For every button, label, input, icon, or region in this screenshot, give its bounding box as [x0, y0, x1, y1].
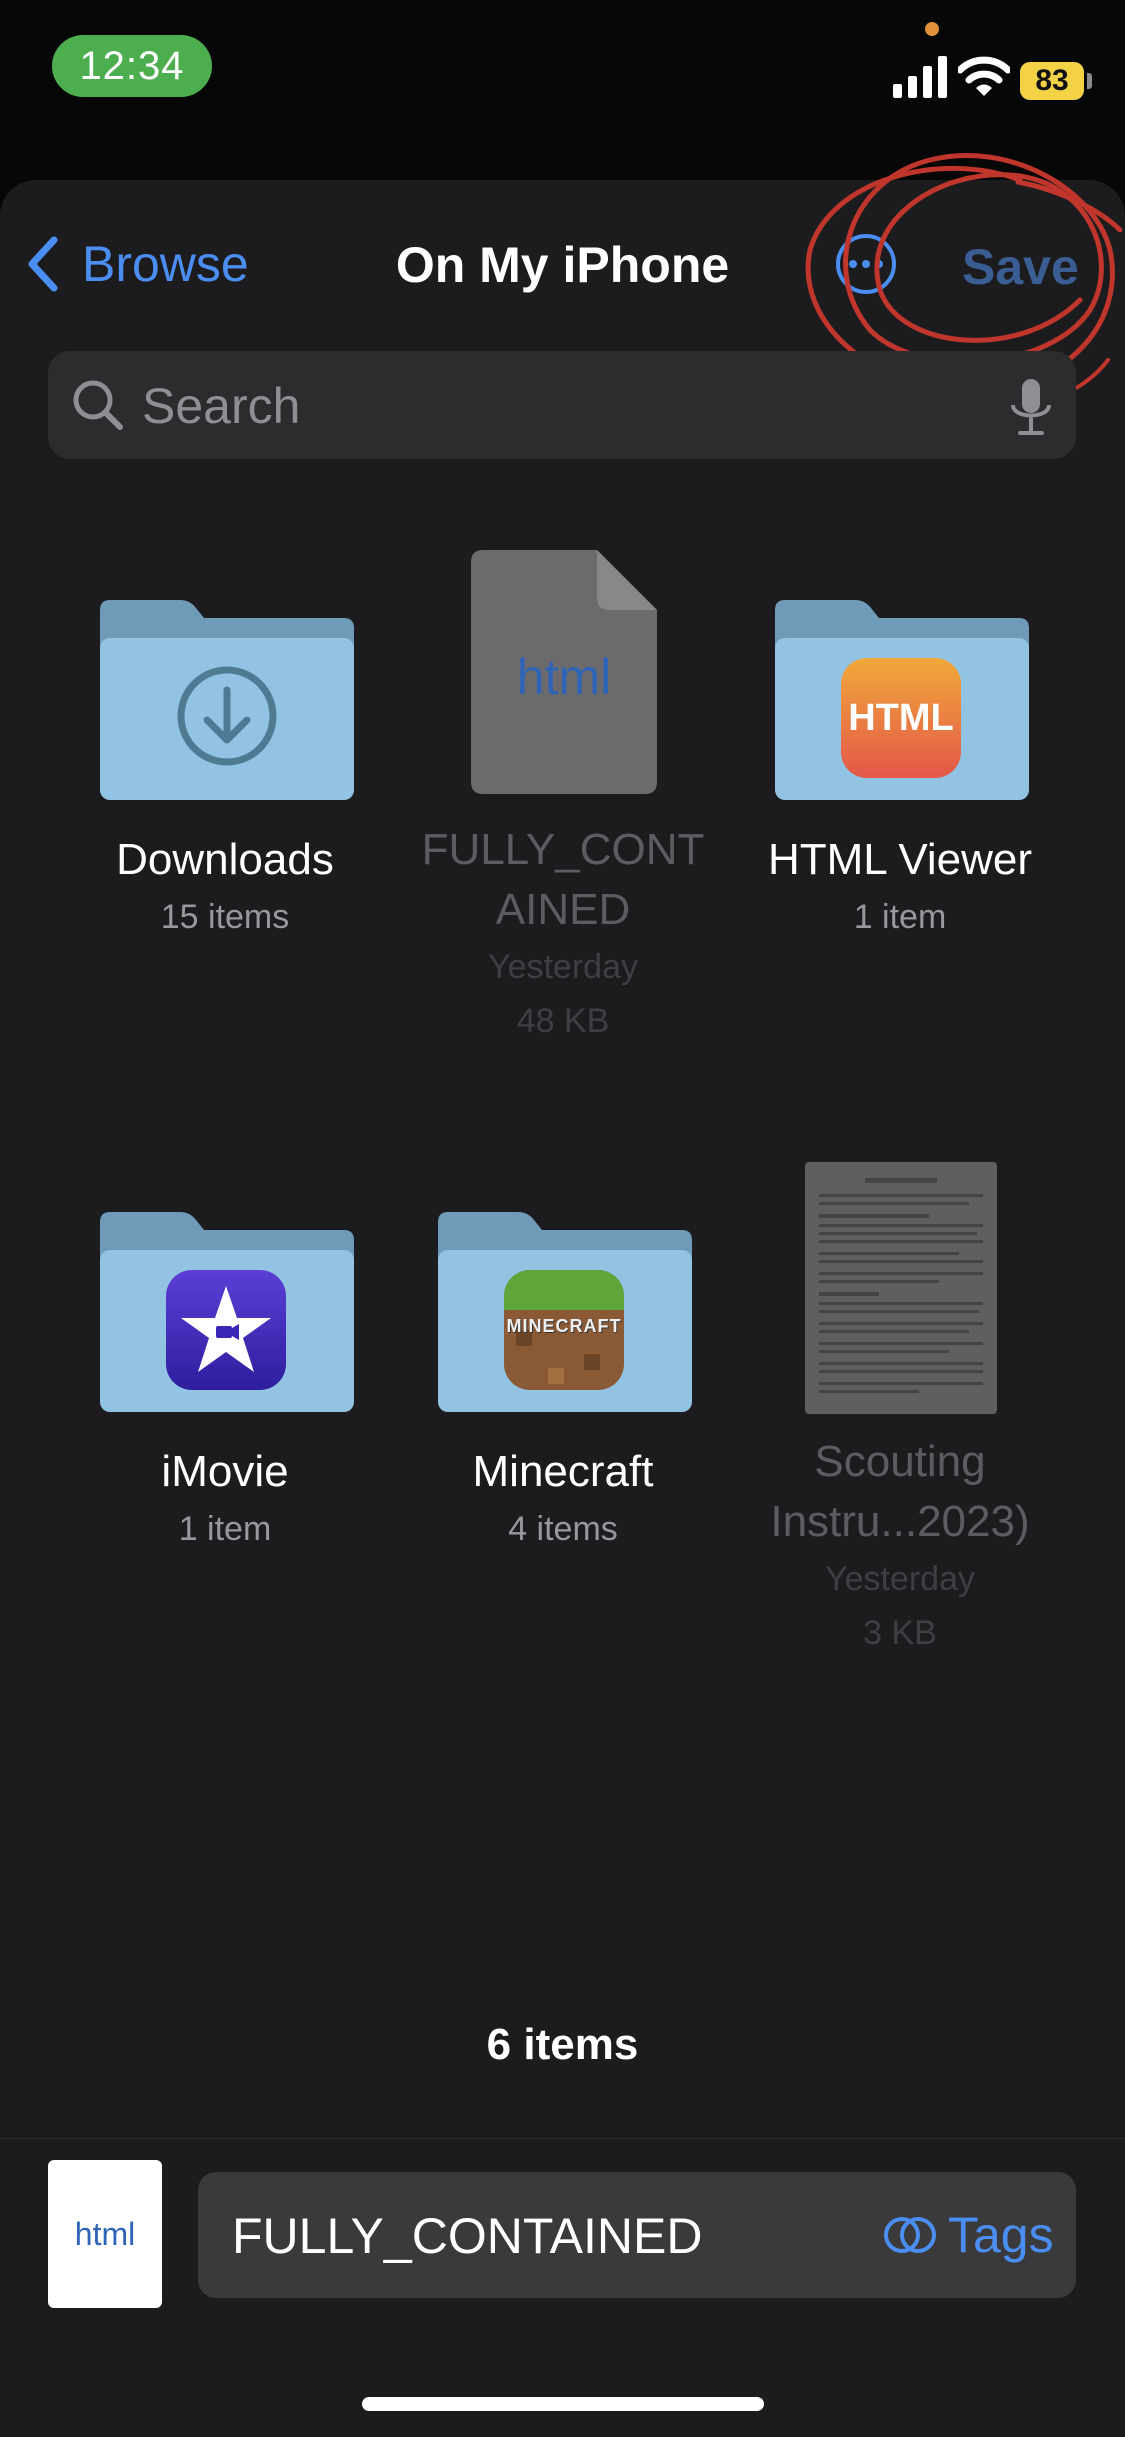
preview-text-line [819, 1240, 983, 1243]
minecraft-dirt-pixel [584, 1354, 600, 1370]
preview-heading-line [865, 1178, 937, 1183]
imovie-star-icon [181, 1286, 271, 1372]
grid-item-html-viewer[interactable]: HTML HTML Viewer 1 item [735, 560, 1065, 944]
folder-front [100, 638, 354, 800]
preview-text-line [819, 1390, 919, 1393]
item-thumbnail [60, 1172, 390, 1432]
tags-icon [884, 2217, 936, 2253]
folder-icon [100, 1212, 354, 1412]
item-count: 6 items [486, 2020, 639, 2069]
item-name: Downloads [116, 835, 334, 884]
more-options-icon[interactable] [834, 232, 898, 296]
battery-level: 83 [1035, 64, 1069, 97]
item-thumbnail: HTML [735, 560, 1065, 820]
item-thumbnail [60, 560, 390, 820]
file-type-label: html [516, 649, 612, 705]
item-name: iMovie [161, 1447, 289, 1496]
item-name-line-1: FULLY_CONT [421, 825, 705, 874]
search-icon [73, 380, 123, 430]
minecraft-dirt-pixel [548, 1368, 564, 1384]
preview-text-line [819, 1214, 929, 1218]
filename-input[interactable] [230, 2200, 834, 2272]
filename-field[interactable]: Tags [198, 2172, 1076, 2298]
item-name: HTML Viewer [767, 835, 1033, 884]
preview-text-line [819, 1252, 959, 1255]
battery-nub [1087, 73, 1092, 89]
item-thumbnail: html [398, 550, 728, 810]
search-bar[interactable] [48, 351, 1076, 459]
time-pill[interactable]: 12:34 [52, 35, 212, 97]
item-name-line-1: Scouting [814, 1437, 986, 1486]
minecraft-grass-block [504, 1270, 624, 1310]
item-name-line-2: Instru...2023) [770, 1497, 1030, 1546]
page-title: On My iPhone [395, 237, 730, 293]
preview-text-line [819, 1292, 879, 1296]
preview-text-line [819, 1232, 977, 1235]
wifi-icon [958, 56, 1010, 96]
item-size: 48 KB [516, 1002, 610, 1040]
grid-item-fully-contained[interactable]: html FULLY_CONT AINED Yesterday 48 KB [398, 550, 728, 1048]
status-time: 12:34 [79, 43, 185, 88]
grid-item-downloads[interactable]: Downloads 15 items [60, 560, 390, 944]
tags-button[interactable]: Tags [882, 2202, 1054, 2268]
preview-text-line [819, 1280, 939, 1283]
item-size: 3 KB [863, 1614, 937, 1652]
item-subtitle: 1 item [178, 1510, 272, 1548]
preview-text-line [819, 1370, 983, 1373]
preview-text-line [819, 1224, 983, 1227]
back-label: Browse [82, 236, 249, 292]
file-thumbnail: html [48, 2160, 162, 2308]
minecraft-app-icon: MINECRAFT [504, 1270, 624, 1390]
save-button[interactable]: Save [962, 238, 1079, 296]
item-subtitle: 1 item [853, 898, 947, 936]
file-thumbnail-label: html [74, 2215, 136, 2252]
grid-item-imovie[interactable]: iMovie 1 item [60, 1172, 390, 1556]
status-bar: 12:34 83 [0, 0, 1125, 150]
preview-text-line [819, 1322, 983, 1325]
document-preview [805, 1162, 997, 1414]
item-date: Yesterday [825, 1560, 975, 1598]
folder-icon: MINECRAFT [438, 1212, 692, 1412]
preview-text-line [819, 1302, 983, 1305]
item-thumbnail [735, 1162, 1065, 1422]
privacy-indicator-dot [925, 22, 939, 36]
grid-item-minecraft[interactable]: MINECRAFT Minecraft 4 items [398, 1172, 728, 1556]
grid-item-scouting-instructions[interactable]: Scouting Instru...2023) Yesterday 3 KB [735, 1162, 1065, 1660]
preview-text-line [819, 1310, 979, 1313]
folder-icon: HTML [775, 600, 1029, 800]
chevron-left-icon [28, 236, 58, 292]
item-name: Minecraft [472, 1447, 654, 1496]
cellular-signal-icon [893, 56, 947, 98]
file-browser-sheet [0, 180, 1125, 2138]
preview-text-line [819, 1202, 969, 1205]
preview-text-line [819, 1350, 949, 1353]
folder-front: HTML [775, 638, 1029, 800]
home-indicator[interactable] [362, 2397, 764, 2411]
folder-front [100, 1250, 354, 1412]
html-viewer-app-icon: HTML [841, 658, 961, 778]
item-subtitle: 15 items [160, 898, 290, 936]
preview-text-line [819, 1382, 983, 1385]
download-arrow-icon [177, 666, 277, 766]
tags-label: Tags [948, 2207, 1054, 2263]
preview-text-line [819, 1272, 983, 1275]
preview-text-line [819, 1362, 983, 1365]
search-input[interactable] [140, 371, 944, 441]
item-name-line-2: AINED [495, 885, 631, 934]
folder-front: MINECRAFT [438, 1250, 692, 1412]
app-badge-text: MINECRAFT [506, 1316, 622, 1336]
app-badge-text: HTML [848, 696, 954, 739]
browse-back-button[interactable]: Browse [24, 234, 249, 294]
preview-text-line [819, 1342, 983, 1345]
preview-text-line [819, 1330, 969, 1333]
battery-indicator: 83 [1020, 62, 1084, 100]
item-date: Yesterday [488, 948, 638, 986]
microphone-icon[interactable] [1006, 377, 1056, 439]
item-subtitle: 4 items [508, 1510, 618, 1548]
preview-text-line [819, 1194, 983, 1197]
preview-text-line [819, 1260, 983, 1263]
item-thumbnail: MINECRAFT [398, 1172, 728, 1432]
folder-icon [100, 600, 354, 800]
imovie-app-icon [166, 1270, 286, 1390]
